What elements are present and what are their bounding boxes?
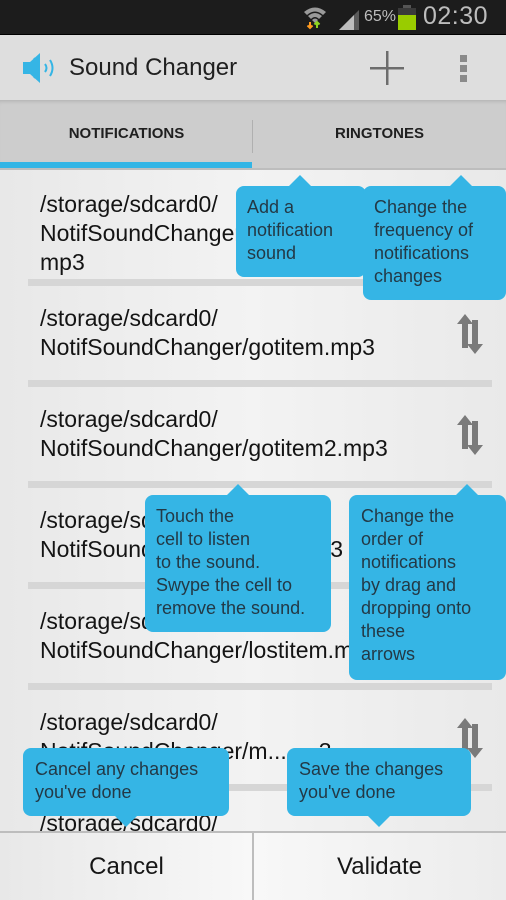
status-bar: 65% 02:30 (0, 0, 506, 35)
app-title: Sound Changer (69, 54, 238, 81)
plus-icon (370, 51, 404, 85)
list-divider (28, 481, 492, 488)
tooltip-cancel-hint: Cancel any changes you've done (23, 748, 229, 827)
wifi-data-activity-icon (304, 7, 326, 30)
sound-path: /storage/sdcard0/ NotifSoundChanger/goti… (40, 406, 388, 461)
battery-icon (398, 5, 416, 30)
speaker-sound-icon (23, 53, 54, 83)
tooltip-reorder: Change the order of notifications by dra… (349, 484, 506, 680)
tab-notifications[interactable]: NOTIFICATIONS (0, 100, 253, 168)
list-item[interactable]: /storage/sdcard0/ NotifSoundChanger/goti… (0, 387, 506, 483)
list-item[interactable]: /storage/sdcard0/ NotifSoundChanger/goti… (0, 286, 506, 382)
bottom-button-bar: Cancel Validate (0, 831, 506, 900)
cancel-button[interactable]: Cancel (0, 833, 253, 900)
tab-ringtones[interactable]: RINGTONES (253, 100, 506, 168)
add-sound-button[interactable] (364, 45, 410, 91)
list-divider (28, 380, 492, 387)
cell-signal-icon (339, 10, 359, 30)
tooltip-touch-cell: Touch the cell to listen to the sound. S… (145, 484, 331, 632)
battery-percent: 65% (364, 8, 397, 25)
selected-tab-indicator (0, 162, 252, 168)
reorder-arrows-icon[interactable] (456, 314, 484, 354)
sound-path: /storage/sdcard0/ NotifSoundChanger/goti… (40, 305, 375, 360)
tooltip-add-sound: Add a notification sound (236, 175, 366, 277)
validate-button[interactable]: Validate (253, 833, 506, 900)
overflow-menu-icon (460, 55, 467, 82)
tooltip-frequency: Change the frequency of notifications ch… (363, 175, 506, 300)
clock: 02:30 (423, 2, 489, 30)
tab-bar: NOTIFICATIONS RINGTONES (0, 100, 506, 170)
overflow-menu-button[interactable] (452, 49, 476, 87)
list-divider (28, 683, 492, 690)
action-bar: Sound Changer (0, 35, 506, 100)
tooltip-save-hint: Save the changes you've done (287, 748, 471, 827)
reorder-arrows-icon[interactable] (456, 415, 484, 455)
